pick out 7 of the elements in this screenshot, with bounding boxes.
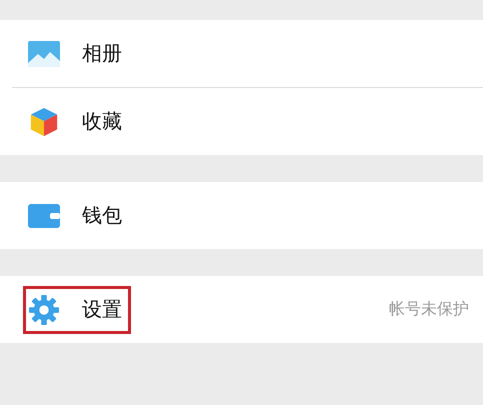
menu-item-label[interactable]: 钱包 [82, 202, 122, 229]
menu-item-label[interactable]: 收藏 [82, 108, 122, 135]
settings-icon [28, 294, 60, 324]
account-status-text: 帐号未保护 [389, 299, 469, 320]
cube-icon [28, 106, 60, 136]
picture-icon [28, 38, 60, 68]
menu-item-label[interactable]: 相册 [82, 40, 122, 67]
